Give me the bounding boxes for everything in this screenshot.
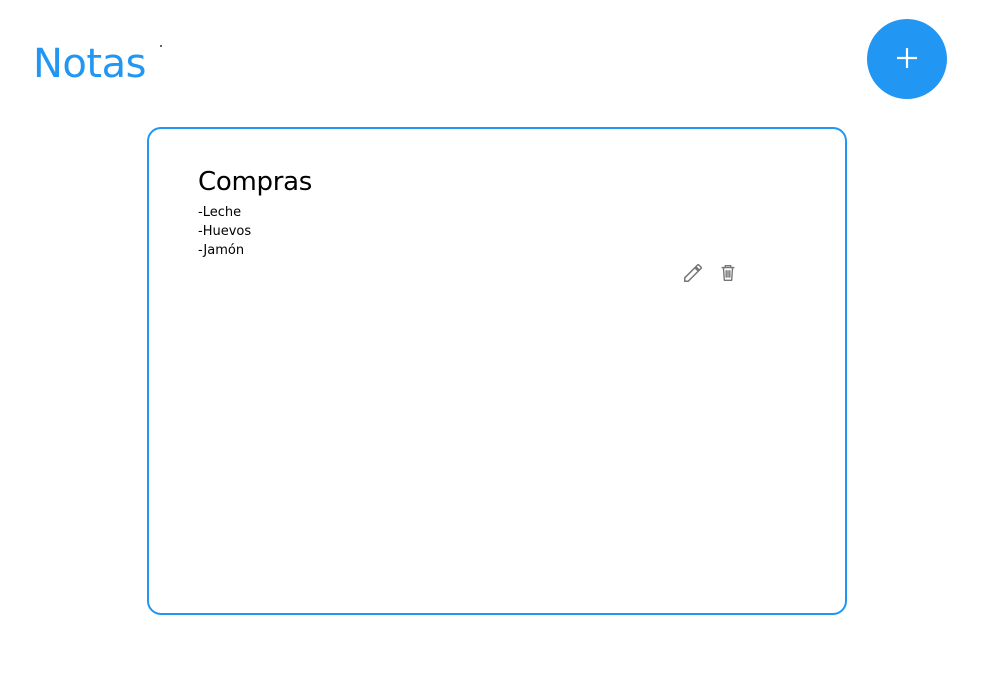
pencil-icon: [682, 262, 704, 287]
delete-note-button[interactable]: [716, 262, 740, 286]
note-content: -Leche -Huevos -Jamón: [198, 203, 251, 260]
note-line: -Jamón: [198, 243, 245, 258]
note-card: Compras -Leche -Huevos -Jamón: [147, 127, 847, 615]
stray-dot: [160, 45, 162, 47]
plus-icon: [895, 46, 919, 73]
note-line: -Leche: [198, 205, 242, 220]
page-title: Notas: [33, 41, 146, 87]
notes-page: Notas Compras -Leche -Huevos -Jamón: [0, 0, 995, 696]
edit-note-button[interactable]: [681, 262, 705, 286]
trash-icon: [717, 262, 739, 287]
add-note-button[interactable]: [867, 19, 947, 99]
note-title: Compras: [198, 167, 312, 197]
note-line: -Huevos: [198, 224, 252, 239]
